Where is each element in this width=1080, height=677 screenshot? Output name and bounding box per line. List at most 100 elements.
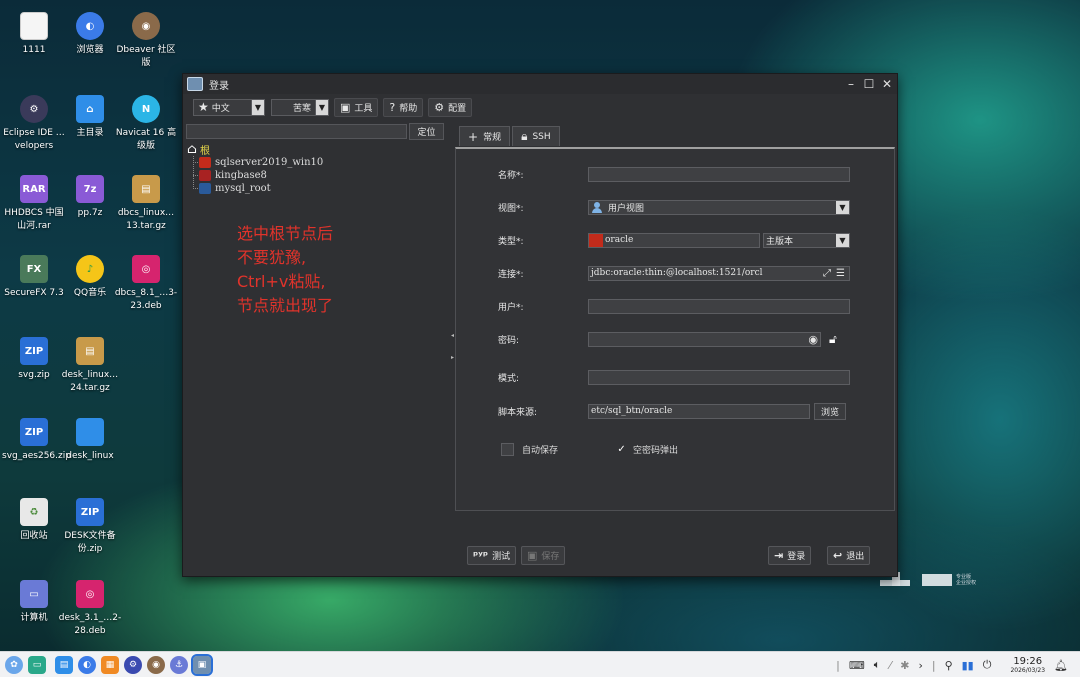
config-button-label: 配置: [448, 103, 467, 114]
browse-button[interactable]: 浏览: [814, 402, 847, 420]
login-button[interactable]: ⇥ 登录: [768, 546, 812, 565]
locate-button[interactable]: 定位: [409, 123, 444, 140]
bluetooth-icon[interactable]: ✱: [900, 659, 909, 672]
tree-item-label: kingbase8: [215, 170, 267, 181]
name-row: 名称*:: [498, 166, 850, 182]
expand-icon[interactable]: ⤢: [823, 268, 831, 279]
desktop-icon-label: 回收站: [20, 531, 48, 541]
desktop-icon-label: dbcs_linux…13.tar.gz: [117, 208, 175, 231]
tree-item-label: sqlserver2019_win10: [215, 157, 324, 168]
edition-select-value: 主版本: [766, 236, 794, 247]
desktop-icon-trash[interactable]: ♻ 回收站: [2, 498, 66, 543]
type-field[interactable]: oracle: [588, 232, 760, 248]
language-select[interactable]: ★ 中文 ▼: [193, 98, 265, 116]
tree-search-input[interactable]: [186, 124, 407, 139]
desktop-icon-navicat[interactable]: N Navicat 16 高级版: [114, 95, 178, 153]
dialog-titlebar[interactable]: 登录 – ☐ ✕: [183, 74, 897, 94]
settings-icon[interactable]: ⚙: [124, 655, 142, 674]
desktop-icon-svg-aes256-zip[interactable]: ZIP svg_aes256.zip: [2, 418, 71, 463]
desktop-icon-dbcs-linux-tar[interactable]: ▤ dbcs_linux…13.tar.gz: [114, 175, 178, 233]
volume-icon[interactable]: 🔈︎: [874, 658, 881, 672]
desktop-icon-dbcs-8-1-deb[interactable]: ◎ dbcs_8.1_…3-23.deb: [114, 255, 178, 313]
hhdbcs-app-icon[interactable]: ▣: [191, 653, 213, 676]
tree-item-kingbase[interactable]: kingbase8: [192, 169, 323, 182]
desktop-icon-eclipse[interactable]: ⚙ Eclipse IDE …velopers: [2, 95, 66, 153]
exit-button-label: 退出: [846, 552, 865, 562]
search-icon[interactable]: ⚲: [945, 659, 953, 672]
script-source-value: etc/sql_btn/oracle: [591, 406, 673, 416]
desktop-icon-label: 主目录: [76, 128, 104, 138]
tools-button[interactable]: ▣ 工具: [334, 97, 379, 117]
tree-item-mysql[interactable]: mysql_root: [192, 182, 323, 195]
theme-select[interactable]: 苦寒 ▼: [271, 98, 329, 116]
network-disabled-icon[interactable]: ⁄: [889, 659, 891, 672]
chevron-down-icon: ▼: [315, 99, 328, 115]
desktop-icon-home[interactable]: ⌂ 主目录: [58, 95, 122, 140]
desktop-icon-dbeaver[interactable]: ◉ Dbeaver 社区版: [114, 12, 178, 70]
unlock-icon[interactable]: 🔓︎: [829, 332, 837, 347]
list-edit-icon[interactable]: ☰: [836, 268, 845, 279]
close-button[interactable]: ✕: [879, 76, 895, 92]
exit-button[interactable]: ↩ 退出: [827, 546, 871, 565]
eye-icon[interactable]: ◉: [808, 333, 818, 346]
config-button[interactable]: ⚙ 配置: [428, 97, 473, 117]
empty-password-checkbox[interactable]: ✓: [615, 443, 628, 456]
view-select[interactable]: 用户视图 ▼: [588, 199, 850, 215]
desktop-icon-desk-linux[interactable]: desk_linux: [58, 418, 122, 463]
desktop-icon-label: pp.7z: [77, 208, 103, 218]
desktop-icon-svg-zip[interactable]: ZIP svg.zip: [2, 337, 66, 382]
connection-input[interactable]: jdbc:oracle:thin:@localhost:1521/orcl ⤢ …: [588, 265, 850, 281]
minimize-button[interactable]: –: [843, 76, 859, 92]
user-input[interactable]: [588, 298, 850, 314]
connection-value: jdbc:oracle:thin:@localhost:1521/orcl: [591, 268, 763, 278]
dialog-toolbar: ★ 中文 ▼ 苦寒 ▼ ▣ 工具 ? 帮助 ⚙ 配置: [193, 97, 477, 117]
desktop-icon-computer[interactable]: ▭ 计算机: [2, 580, 66, 625]
file-manager-icon[interactable]: ▤: [55, 655, 73, 674]
browser-icon[interactable]: ◐: [78, 655, 96, 674]
autosave-checkbox[interactable]: [501, 442, 514, 456]
help-button[interactable]: ? 帮助: [383, 97, 424, 117]
empty-password-label: 空密码弹出: [633, 445, 679, 456]
save-button[interactable]: ▣ 保存: [521, 546, 566, 565]
desktop-icon-browser[interactable]: ◐ 浏览器: [58, 12, 122, 57]
desktop-icon-1111[interactable]: 1111: [2, 12, 66, 57]
script-source-input[interactable]: etc/sql_btn/oracle: [588, 403, 810, 419]
antenna-icon: ᵖʸᵖ: [473, 549, 489, 562]
anchor-app-icon[interactable]: ⚓: [170, 655, 188, 674]
schema-input[interactable]: [588, 369, 850, 385]
tab-general[interactable]: + 常规: [459, 126, 511, 146]
clock-date: 2026/03/23: [1010, 666, 1046, 674]
app-store-icon[interactable]: ▦: [101, 655, 119, 674]
dbeaver-icon[interactable]: ◉: [147, 655, 165, 674]
desktop-icon-desk-3-1-deb[interactable]: ◎ desk_3.1_…2-28.deb: [58, 580, 122, 638]
dialog-title: 登录: [209, 80, 229, 92]
desktop-icon-hhdbcs-rar[interactable]: RAR HHDBCS 中国山河.rar: [2, 175, 66, 233]
start-menu-icon[interactable]: ✿: [5, 655, 23, 674]
tree-root-node[interactable]: ⌂ 根: [187, 142, 323, 157]
tree-item-sqlserver[interactable]: sqlserver2019_win10: [192, 156, 324, 169]
desktop-icon-desk-backup-zip[interactable]: ZIP DESK文件备份.zip: [58, 498, 122, 556]
power-icon[interactable]: ⏻: [983, 658, 992, 672]
notification-bell-icon[interactable]: 🔔︎: [1054, 659, 1068, 672]
connection-tree: ⌂ 根 sqlserver2019_win10 kingbase8 mysql_…: [187, 142, 323, 195]
password-input[interactable]: ◉: [588, 331, 821, 347]
help-button-label: 帮助: [399, 103, 418, 114]
autosave-row: 自动保存 ✓ 空密码弹出: [501, 441, 678, 457]
clock[interactable]: 19:26 2026/03/23: [1001, 656, 1045, 675]
name-input[interactable]: [588, 166, 850, 182]
desktop-icon-pp-7z[interactable]: 7z pp.7z: [58, 175, 122, 220]
network-activity-icon[interactable]: ▮▮: [962, 659, 974, 672]
edition-select[interactable]: 主版本 ▼: [763, 232, 850, 248]
annotation-line: 选中根节点后: [237, 224, 334, 243]
desktop-icon-securefx[interactable]: FX SecureFX 7.3: [2, 255, 66, 300]
test-button[interactable]: ᵖʸᵖ 测试: [467, 546, 517, 565]
tab-ssh[interactable]: 🔒︎ SSH: [512, 126, 560, 146]
keyboard-icon[interactable]: ⌨: [849, 659, 865, 672]
desktop-icon-desk-linux-tar[interactable]: ▤ desk_linux…24.tar.gz: [58, 337, 122, 395]
maximize-button[interactable]: ☐: [861, 76, 877, 92]
oracle-icon: [589, 233, 603, 247]
terminal-icon[interactable]: ▭: [28, 655, 46, 674]
desktop-icon-qq-music[interactable]: ♪ QQ音乐: [58, 255, 122, 300]
chevron-right-icon[interactable]: ›: [918, 659, 922, 672]
plus-icon: +: [468, 129, 479, 144]
